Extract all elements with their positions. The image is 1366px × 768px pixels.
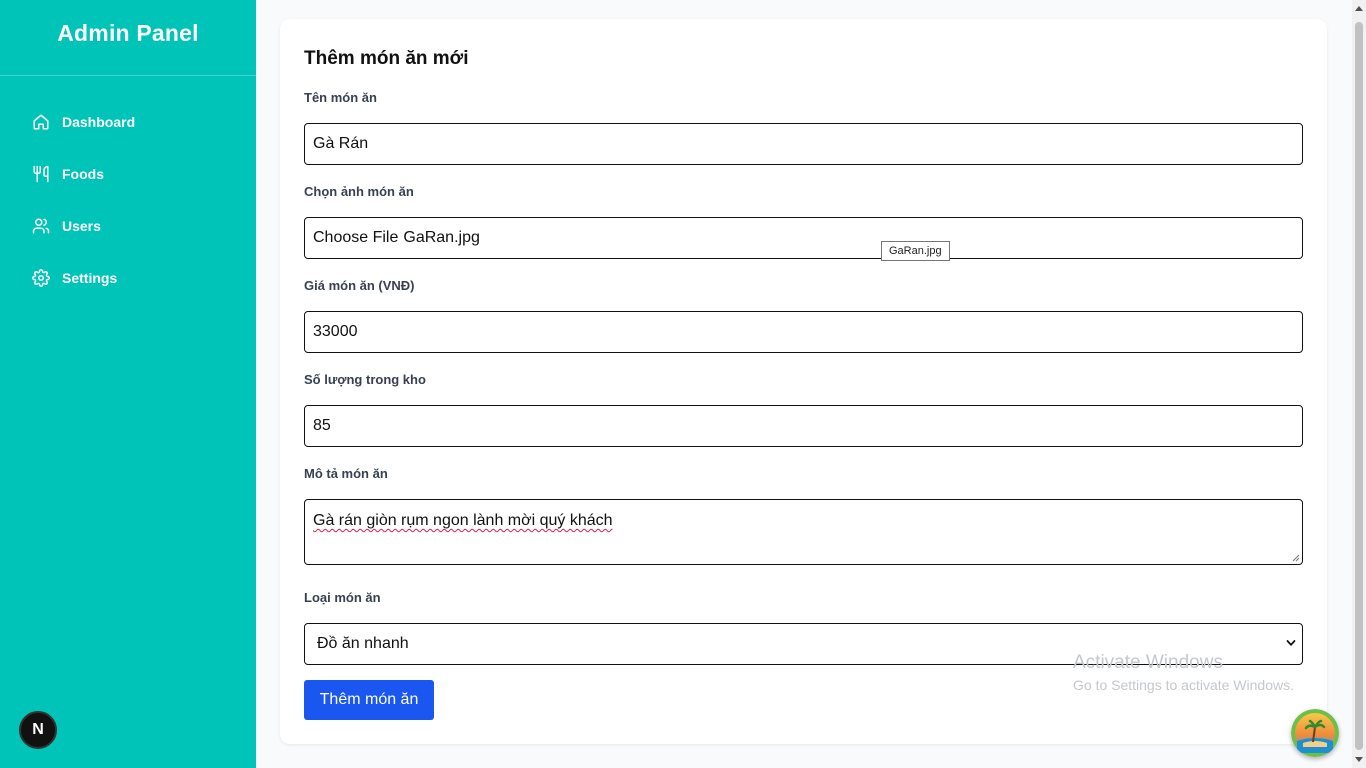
food-image-label: Chọn ảnh món ăn [304,184,414,199]
sidebar-item-label: Users [62,218,101,234]
gear-icon [32,269,50,287]
stock-value: 85 [313,417,331,434]
food-image-file-input[interactable]: Choose File GaRan.jpg [304,217,1303,259]
users-icon [32,217,50,235]
windows-activation-watermark: Activate Windows Go to Settings to activ… [1073,651,1294,697]
resize-handle-icon[interactable] [1292,554,1300,562]
price-value: 33000 [313,323,358,340]
price-input[interactable]: 33000 [304,311,1303,353]
sidebar-item-dashboard[interactable]: Dashboard [0,104,256,140]
watermark-subtitle: Go to Settings to activate Windows. [1073,677,1294,693]
app-title: Admin Panel [57,20,199,46]
sidebar-header: Admin Panel [0,0,256,76]
scroll-up-arrow-icon[interactable] [1355,6,1363,11]
add-food-card: Thêm món ăn mới Tên món ăn Gà Rán Chọn ả… [280,19,1327,744]
stock-label: Số lượng trong kho [304,372,426,387]
file-name: GaRan.jpg [403,229,480,246]
scroll-down-arrow-icon[interactable] [1355,757,1363,762]
category-label: Loại món ăn [304,590,381,605]
sidebar-item-label: Dashboard [62,114,136,130]
price-label: Giá món ăn (VNĐ) [304,278,415,293]
choose-file-button[interactable]: Choose File [313,229,398,247]
sidebar-item-label: Foods [62,166,104,182]
food-name-value: Gà Rán [313,135,369,152]
file-tooltip: GaRan.jpg [881,241,950,261]
sidebar-nav: Dashboard Foods Users Settings [0,104,256,312]
page-scrollbar[interactable] [1352,0,1366,768]
floating-assistant-icon[interactable] [1291,709,1339,757]
description-label: Mô tả món ăn [304,466,388,481]
watermark-title: Activate Windows [1073,652,1223,673]
add-food-button[interactable]: Thêm món ăn [304,680,434,720]
food-name-label: Tên món ăn [304,90,377,105]
sidebar-item-label: Settings [62,270,118,286]
sidebar-item-foods[interactable]: Foods [0,156,256,192]
food-name-input[interactable]: Gà Rán [304,123,1303,165]
sidebar-item-users[interactable]: Users [0,208,256,244]
stock-input[interactable]: 85 [304,405,1303,447]
category-value: Đồ ăn nhanh [317,635,409,652]
form-title: Thêm món ăn mới [304,48,469,69]
description-textarea[interactable]: Gà rán giòn rụm ngon lành mời quý khách [304,499,1303,565]
sidebar-item-settings[interactable]: Settings [0,260,256,296]
nextjs-devtools-button[interactable]: N [19,711,57,749]
scrollbar-thumb[interactable] [1355,22,1363,750]
chevron-down-icon [1286,640,1296,646]
description-value: Gà rán giòn rụm ngon lành mời quý khách [313,512,613,529]
sidebar: Admin Panel Dashboard Foods Users Settin… [0,0,256,768]
home-icon [32,113,50,131]
utensils-icon [32,165,50,183]
